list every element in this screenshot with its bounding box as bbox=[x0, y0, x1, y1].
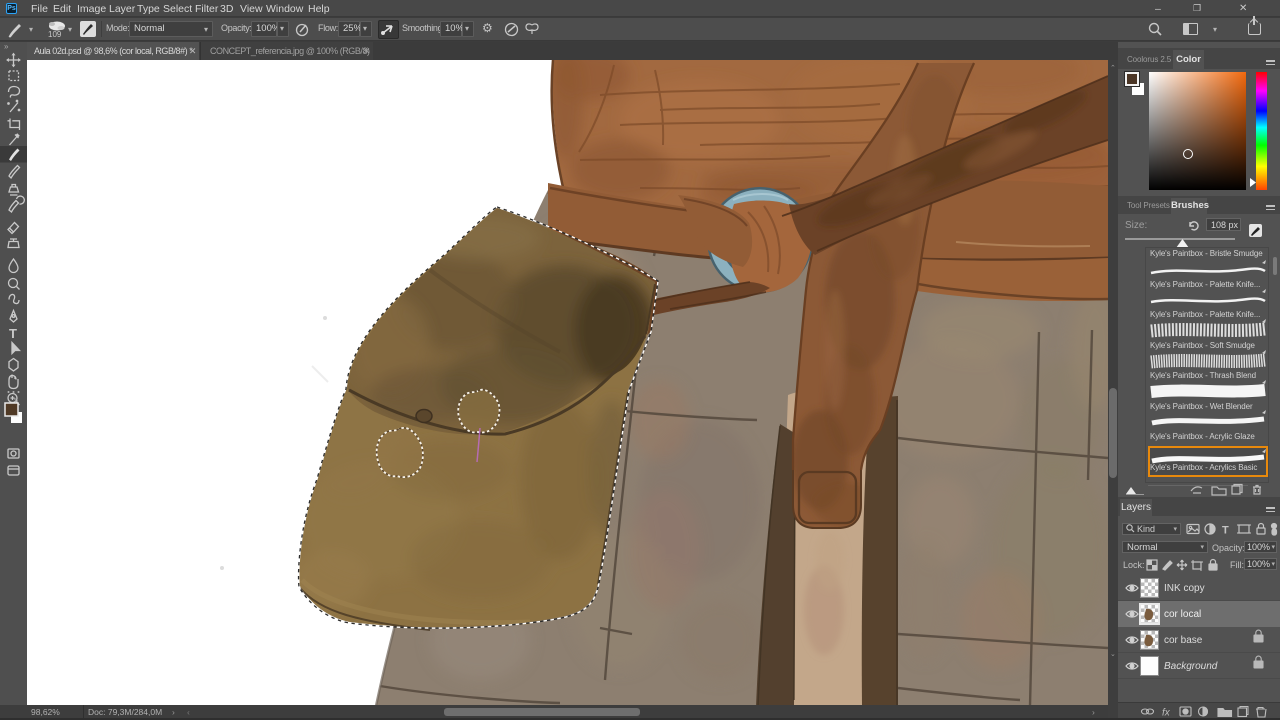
svg-text:T: T bbox=[9, 326, 17, 341]
svg-text:»: » bbox=[4, 42, 9, 51]
svg-text:fx: fx bbox=[1162, 708, 1171, 719]
svg-text:T: T bbox=[1222, 525, 1229, 537]
